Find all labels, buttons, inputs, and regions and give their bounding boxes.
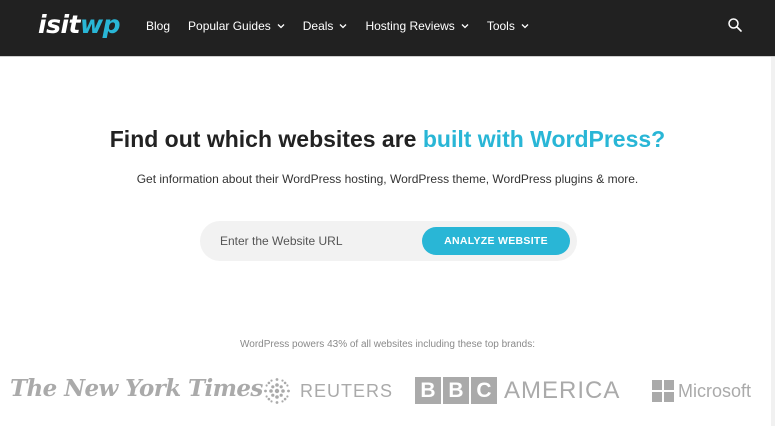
bbc-letter-box: C: [471, 377, 497, 404]
reuters-logo: REUTERS: [262, 376, 393, 406]
nav-item-hosting-reviews[interactable]: Hosting Reviews: [365, 18, 469, 34]
microsoft-grid-icon: [652, 380, 674, 402]
top-navbar: isitwp Blog Popular Guides Deals Hosting…: [0, 0, 775, 57]
microsoft-wordmark: Microsoft: [678, 381, 752, 401]
nyt-logo: The New York Times: [10, 375, 263, 402]
site-logo[interactable]: isitwp: [38, 10, 120, 40]
reuters-wordmark: REUTERS: [300, 380, 394, 401]
nav-item-label: Deals: [302, 19, 334, 33]
website-url-input[interactable]: [220, 221, 420, 261]
reuters-dots-icon: [264, 378, 290, 404]
hero-subtitle: Get information about their WordPress ho…: [136, 172, 639, 186]
main-nav: Blog Popular Guides Deals Hosting Review…: [146, 18, 547, 34]
bbc-letter-box: B: [415, 377, 441, 404]
bbc-america-logo: B B C AMERICA: [415, 377, 620, 404]
chevron-down-icon: [339, 24, 347, 29]
bbc-america-wordmark: AMERICA: [504, 377, 621, 404]
analyze-website-button[interactable]: ANALYZE WEBSITE: [422, 227, 570, 255]
hero-title-accent: built with WordPress?: [422, 126, 666, 152]
nav-item-label: Hosting Reviews: [365, 19, 455, 33]
nav-item-label: Popular Guides: [188, 19, 271, 33]
nav-item-popular-guides[interactable]: Popular Guides: [188, 18, 285, 34]
page-scrollbar-track[interactable]: [771, 57, 775, 426]
chevron-down-icon: [461, 24, 469, 29]
analyze-form: ANALYZE WEBSITE: [200, 221, 577, 261]
brands-caption: WordPress powers 43% of all websites inc…: [240, 339, 535, 350]
chevron-down-icon: [277, 24, 285, 29]
bbc-letter-box: B: [443, 377, 469, 404]
logo-text-accent: wp: [79, 10, 121, 39]
nav-item-label: Tools: [486, 19, 515, 33]
chevron-down-icon: [521, 24, 529, 29]
hero-title: Find out which websites are built with W…: [0, 124, 775, 154]
nav-item-deals[interactable]: Deals: [303, 18, 348, 34]
search-icon[interactable]: [727, 17, 743, 33]
microsoft-logo: Microsoft: [652, 380, 751, 402]
logo-text-main: isit: [38, 10, 80, 39]
hero-title-plain: Find out which websites are: [109, 126, 423, 152]
nav-item-label: Blog: [146, 19, 171, 33]
nav-item-blog[interactable]: Blog: [146, 18, 170, 34]
nav-item-tools[interactable]: Tools: [487, 18, 529, 34]
